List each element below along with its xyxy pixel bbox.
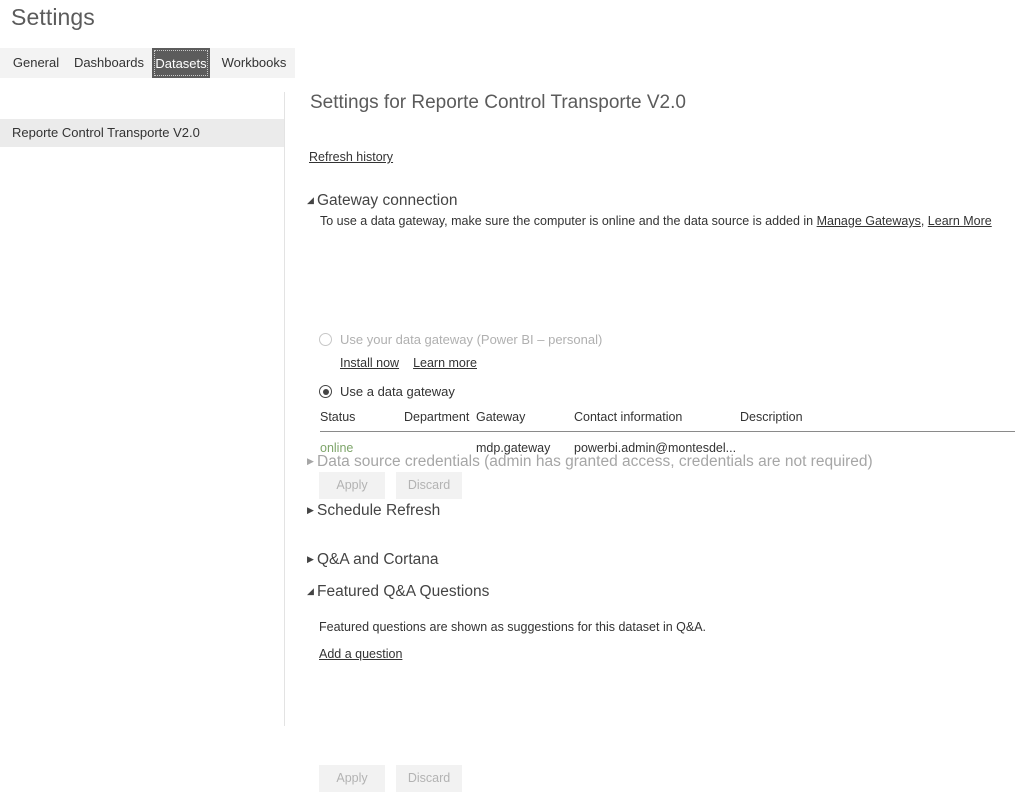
- gateway-description-separator: ,: [920, 214, 928, 228]
- triangle-expanded-icon: ◢: [307, 586, 314, 596]
- gateway-description-text: To use a data gateway, make sure the com…: [320, 214, 817, 228]
- column-header-contact: Contact information: [574, 410, 740, 432]
- main-content: Settings for Reporte Control Transporte …: [285, 92, 1024, 792]
- tab-workbooks[interactable]: Workbooks: [216, 48, 292, 78]
- section-title-data-source-credentials: Data source credentials (admin has grant…: [317, 453, 873, 470]
- column-header-status: Status: [320, 410, 404, 432]
- triangle-collapsed-icon: ▶: [307, 554, 314, 564]
- gateway-description: To use a data gateway, make sure the com…: [320, 214, 992, 228]
- sidebar-item-reporte-control-transporte[interactable]: Reporte Control Transporte V2.0: [0, 119, 285, 147]
- learn-more-link[interactable]: Learn More: [928, 214, 992, 228]
- featured-qna-button-row: Apply Discard: [319, 765, 473, 792]
- radio-personal-label: Use your data gateway (Power BI – person…: [340, 332, 603, 347]
- section-header-featured-qna-questions[interactable]: ◢ Featured Q&A Questions: [307, 583, 489, 601]
- triangle-expanded-icon: ◢: [307, 195, 314, 205]
- gateway-button-row: Apply Discard: [319, 472, 473, 499]
- column-header-department: Department: [404, 410, 476, 432]
- gateway-table: Status Department Gateway Contact inform…: [320, 410, 1015, 455]
- cell-status: online: [320, 441, 354, 455]
- tab-dashboards-label: Dashboards: [73, 55, 145, 70]
- manage-gateways-link[interactable]: Manage Gateways: [817, 214, 921, 228]
- featured-discard-button[interactable]: Discard: [396, 765, 462, 792]
- tab-general-label: General: [12, 55, 60, 70]
- column-header-gateway: Gateway: [476, 410, 574, 432]
- cell-gateway: mdp.gateway: [476, 441, 551, 455]
- section-title-schedule-refresh: Schedule Refresh: [317, 502, 441, 519]
- cell-contact: powerbi.admin@montesdel...: [574, 441, 737, 455]
- radio-use-a-data-gateway[interactable]: Use a data gateway: [319, 384, 455, 399]
- radio-use-your-data-gateway[interactable]: Use your data gateway (Power BI – person…: [319, 332, 602, 347]
- tab-workbooks-label: Workbooks: [221, 55, 287, 70]
- add-a-question-link[interactable]: Add a question: [319, 647, 402, 661]
- install-now-link[interactable]: Install now: [340, 356, 399, 370]
- tab-general[interactable]: General: [10, 48, 62, 78]
- cell-description: [740, 432, 1015, 456]
- personal-gateway-links: Install now Learn more: [340, 354, 491, 372]
- section-header-gateway-connection[interactable]: ◢ Gateway connection: [307, 192, 457, 210]
- section-title-qna-and-cortana: Q&A and Cortana: [317, 551, 439, 568]
- triangle-collapsed-icon: ▶: [307, 456, 314, 466]
- page-title: Settings: [11, 4, 95, 30]
- triangle-collapsed-icon: ▶: [307, 505, 314, 515]
- tab-dashboards[interactable]: Dashboards: [70, 48, 148, 78]
- section-header-qna-and-cortana[interactable]: ▶ Q&A and Cortana: [307, 551, 439, 569]
- personal-learn-more-link[interactable]: Learn more: [413, 356, 477, 370]
- gateway-discard-button[interactable]: Discard: [396, 472, 462, 499]
- radio-gateway-label: Use a data gateway: [340, 384, 455, 399]
- table-header-row: Status Department Gateway Contact inform…: [320, 410, 1015, 432]
- featured-qna-description: Featured questions are shown as suggesti…: [319, 620, 707, 634]
- section-header-schedule-refresh[interactable]: ▶ Schedule Refresh: [307, 502, 440, 520]
- tab-datasets[interactable]: Datasets: [152, 48, 210, 78]
- sidebar: Reporte Control Transporte V2.0: [0, 92, 285, 726]
- table-row[interactable]: online mdp.gateway powerbi.admin@montesd…: [320, 432, 1015, 456]
- section-title-featured-qna-questions: Featured Q&A Questions: [317, 583, 490, 600]
- tab-strip: General Dashboards Datasets Workbooks: [0, 48, 295, 78]
- sidebar-item-label: Reporte Control Transporte V2.0: [12, 125, 200, 140]
- tab-datasets-label: Datasets: [154, 50, 208, 76]
- section-header-data-source-credentials[interactable]: ▶ Data source credentials (admin has gran…: [307, 453, 873, 471]
- content-title: Settings for Reporte Control Transporte …: [310, 92, 686, 113]
- refresh-history-link[interactable]: Refresh history: [309, 150, 393, 164]
- featured-apply-button[interactable]: Apply: [319, 765, 385, 792]
- cell-department: [404, 432, 476, 456]
- gateway-apply-button[interactable]: Apply: [319, 472, 385, 499]
- radio-unchecked-icon: [319, 333, 332, 346]
- radio-checked-icon: [319, 385, 332, 398]
- section-title-gateway-connection: Gateway connection: [317, 192, 458, 209]
- column-header-description: Description: [740, 410, 1015, 432]
